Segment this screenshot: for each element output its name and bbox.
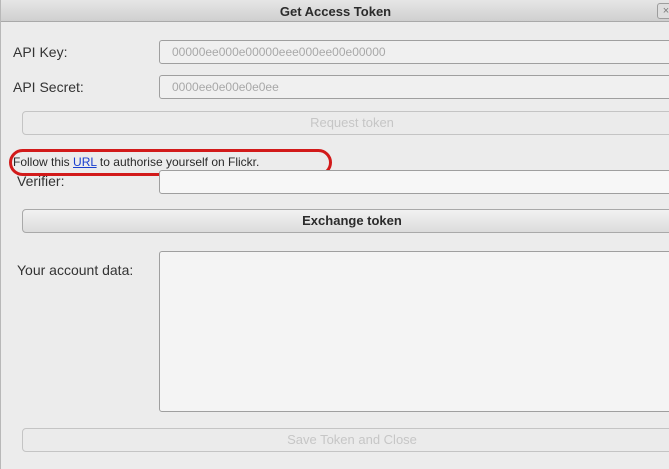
- exchange-token-button[interactable]: Exchange token: [22, 209, 669, 233]
- api-key-field[interactable]: [159, 40, 669, 64]
- verifier-label: Verifier:: [17, 173, 65, 189]
- api-secret-label: API Secret:: [13, 79, 84, 95]
- verifier-field[interactable]: [159, 170, 669, 194]
- api-key-label: API Key:: [13, 44, 68, 60]
- title-bar[interactable]: Get Access Token ×: [1, 0, 669, 22]
- dialog-title: Get Access Token: [279, 4, 392, 19]
- follow-url-text: Follow this URL to authorise yourself on…: [13, 155, 259, 169]
- get-access-token-dialog: Get Access Token × API Key: API Secret: …: [0, 0, 669, 469]
- close-icon: ×: [662, 5, 669, 17]
- follow-suffix: to authorise yourself on Flickr.: [96, 155, 260, 169]
- save-token-close-button[interactable]: Save Token and Close: [22, 428, 669, 452]
- account-data-label: Your account data:: [17, 262, 134, 278]
- follow-prefix: Follow this: [13, 155, 74, 169]
- request-token-button[interactable]: Request token: [22, 111, 669, 135]
- account-data-field[interactable]: [159, 251, 669, 412]
- authorise-url-link[interactable]: URL: [73, 155, 97, 169]
- close-button[interactable]: ×: [657, 3, 669, 19]
- api-secret-field[interactable]: [159, 75, 669, 99]
